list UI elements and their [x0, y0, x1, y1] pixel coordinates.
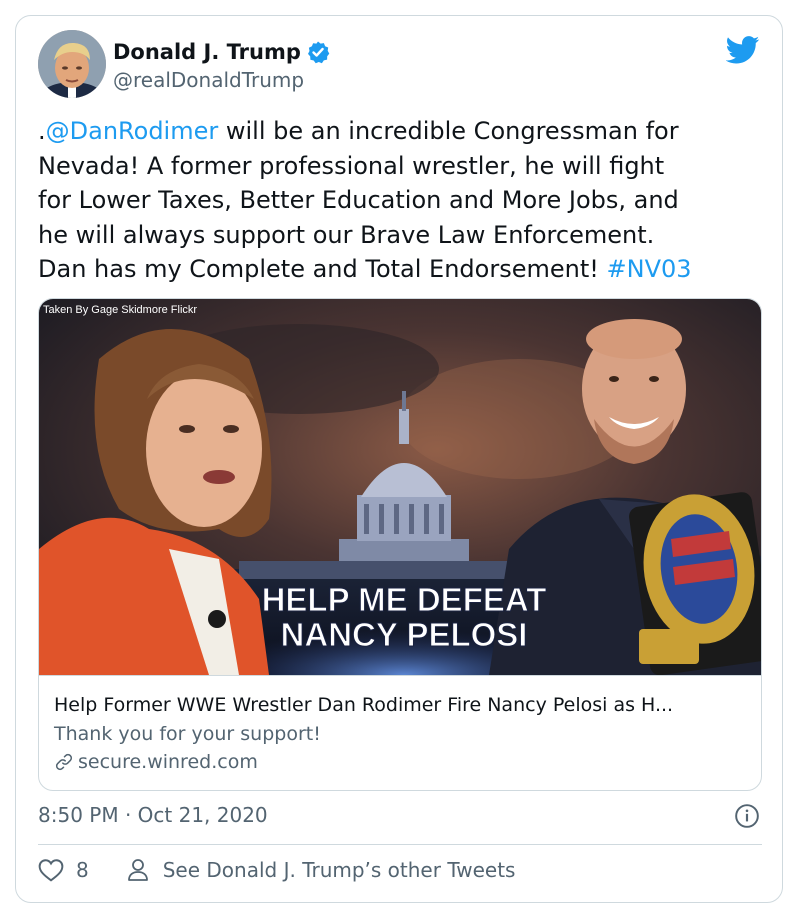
mention-link[interactable]: @DanRodimer: [46, 117, 219, 145]
text-prefix: .: [38, 117, 46, 145]
info-icon[interactable]: [734, 803, 760, 829]
text-line5: Dan has my Complete and Total Endorsemen…: [38, 255, 607, 283]
like-count: 8: [76, 858, 89, 882]
card-domain-label: secure.winred.com: [78, 751, 258, 773]
like-button[interactable]: 8: [38, 858, 89, 882]
tweet-text-line-2: Nevada! A former professional wrestler, …: [38, 151, 665, 180]
card-footer[interactable]: Help Former WWE Wrestler Dan Rodimer Fir…: [39, 675, 761, 790]
twitter-bird-icon[interactable]: [726, 36, 760, 64]
card-image[interactable]: HELP ME DEFEAT NANCY PELOSI Taken By Gag…: [39, 299, 761, 675]
person-icon: [127, 859, 148, 881]
text-line1-rest: will be an incredible Congressman for: [218, 117, 679, 145]
tweet-text-line-1: .@DanRodimer will be an incredible Congr…: [38, 114, 768, 149]
other-tweets-label: See Donald J. Trump’s other Tweets: [162, 858, 516, 882]
link-icon: [55, 753, 73, 771]
link-preview-card[interactable]: HELP ME DEFEAT NANCY PELOSI Taken By Gag…: [38, 298, 762, 791]
tweet-timestamp[interactable]: 8:50 PM · Oct 21, 2020: [38, 803, 268, 827]
card-domain[interactable]: secure.winred.com: [54, 751, 258, 773]
tweet-actions: 8 See Donald J. Trump’s other Tweets: [38, 858, 515, 882]
other-tweets-link[interactable]: See Donald J. Trump’s other Tweets: [127, 858, 516, 882]
divider: [38, 844, 762, 845]
heart-icon: [38, 859, 64, 882]
image-headline-line-2: NANCY PELOSI: [281, 616, 528, 653]
card-description: Thank you for your support!: [54, 723, 321, 745]
tweet-card[interactable]: Donald J. Trump @realDonaldTrump .@DanRo…: [15, 15, 783, 903]
avatar[interactable]: [38, 30, 106, 98]
tweet-text-line-5: Dan has my Complete and Total Endorsemen…: [38, 252, 768, 287]
author-handle[interactable]: @realDonaldTrump: [113, 68, 304, 92]
author-display-name[interactable]: Donald J. Trump: [113, 40, 301, 64]
hashtag-link[interactable]: #NV03: [607, 255, 692, 283]
image-headline-line-1: HELP ME DEFEAT: [262, 581, 547, 618]
verified-badge-icon: [307, 41, 330, 64]
image-credit: Taken By Gage Skidmore Flickr: [43, 304, 197, 316]
tweet-text-line-3: for Lower Taxes, Better Education and Mo…: [38, 186, 679, 214]
card-title[interactable]: Help Former WWE Wrestler Dan Rodimer Fir…: [54, 694, 673, 716]
tweet-text: .@DanRodimer will be an incredible Congr…: [38, 114, 768, 287]
tweet-text-line-4: he will always support our Brave Law Enf…: [38, 220, 655, 249]
